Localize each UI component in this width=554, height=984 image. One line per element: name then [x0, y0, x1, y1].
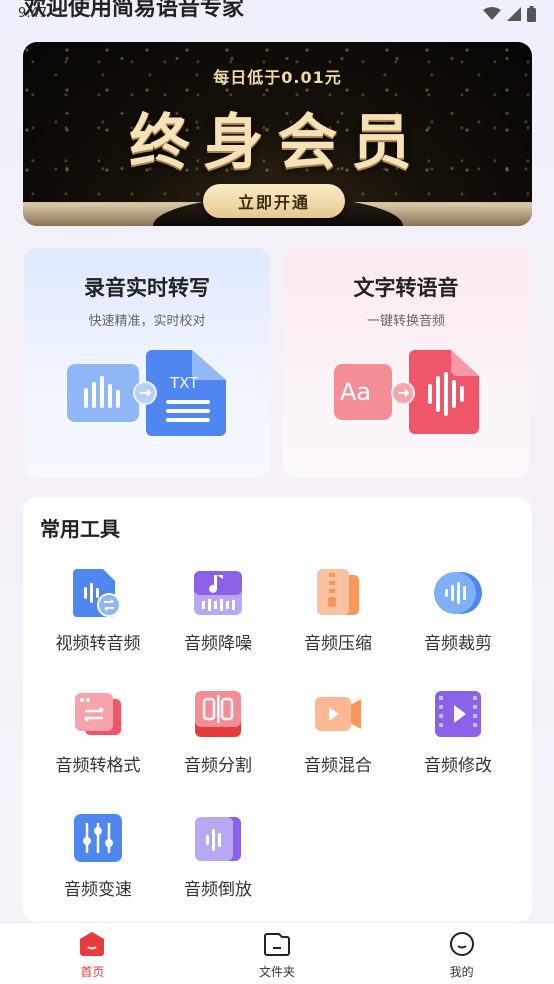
signal-icon	[507, 7, 521, 21]
split-icon	[195, 691, 241, 737]
nav-folder[interactable]: 文件夹	[185, 923, 370, 984]
tool-compress[interactable]: 音频压缩	[278, 565, 398, 654]
tool-label: 音频分割	[184, 756, 252, 776]
mix-icon	[315, 697, 361, 731]
feature-title: 文字转语音	[353, 276, 459, 300]
tool-speed[interactable]: 音频变速	[38, 811, 158, 900]
tool-video-to-audio[interactable]: 视频转音频	[38, 565, 158, 654]
banner-title: 终身会员	[129, 108, 426, 178]
trim-icon	[434, 572, 482, 614]
aa-glyph: Aa	[340, 378, 371, 406]
feature-desc: 一键转换音频	[366, 314, 445, 329]
audio-to-text-icon: TXT	[67, 350, 226, 436]
tool-noise-reduction[interactable]: 音频降噪	[158, 565, 278, 654]
tool-label: 音频混合	[304, 756, 372, 776]
feature-title: 录音实时转写	[84, 276, 210, 300]
tool-convert-format[interactable]: 音频转格式	[38, 687, 158, 776]
tool-label: 音频裁剪	[424, 634, 492, 654]
nav-label: 文件夹	[259, 965, 296, 979]
speed-icon	[74, 814, 122, 862]
feature-card-tts[interactable]: 文字转语音 一键转换音频 Aa	[283, 248, 529, 478]
nav-profile[interactable]: 我的	[369, 923, 554, 984]
folder-icon	[264, 933, 290, 956]
tool-label: 音频转格式	[55, 756, 141, 776]
tool-label: 音频倒放	[184, 880, 252, 900]
tool-reverse[interactable]: 音频倒放	[158, 811, 278, 900]
open-vip-button[interactable]: 立即开通	[203, 184, 345, 218]
greeting-title: 欢迎使用简易语音专家	[24, 0, 245, 21]
profile-icon	[449, 932, 474, 956]
tool-label: 音频修改	[424, 756, 492, 776]
wifi-icon	[483, 7, 501, 20]
tool-trim[interactable]: 音频裁剪	[398, 565, 518, 654]
tts-illustration: Aa	[283, 348, 529, 443]
bottom-nav: 首页 文件夹 我的	[0, 922, 554, 984]
battery-icon	[527, 6, 536, 22]
tool-split[interactable]: 音频分割	[158, 687, 278, 776]
tool-mix[interactable]: 音频混合	[278, 687, 398, 776]
recording-illustration: TXT	[24, 348, 270, 443]
home-icon	[80, 932, 105, 956]
compress-icon	[317, 569, 359, 615]
tool-label: 视频转音频	[55, 634, 141, 654]
status-time: 9:47	[18, 6, 48, 21]
text-to-audio-icon: Aa	[334, 350, 479, 434]
feature-card-recording[interactable]: 录音实时转写 快速精准，实时校对 TXT	[24, 248, 270, 478]
convert-format-icon	[75, 693, 121, 735]
reverse-icon	[195, 817, 241, 861]
vip-banner[interactable]: 每日低于0.01元 终身会员 立即开通	[23, 42, 532, 226]
tool-label: 音频变速	[64, 880, 132, 900]
noise-reduction-icon	[194, 571, 242, 615]
tools-title: 常用工具	[40, 517, 120, 541]
tools-panel: 常用工具 视频转音频 音频降噪 音频压缩 音频裁剪 音频转格式 音频分割 音频混…	[23, 497, 532, 922]
nav-home[interactable]: 首页	[0, 923, 185, 984]
txt-label: TXT	[169, 374, 199, 392]
nav-label: 首页	[80, 965, 105, 979]
tool-label: 音频压缩	[304, 634, 372, 654]
nav-label: 我的	[449, 965, 474, 979]
video-to-audio-icon	[73, 569, 121, 617]
status-icons	[483, 6, 536, 22]
edit-icon	[435, 691, 481, 737]
feature-desc: 快速精准，实时校对	[88, 314, 206, 329]
tool-label: 音频降噪	[184, 634, 252, 654]
tool-edit[interactable]: 音频修改	[398, 687, 518, 776]
banner-subtitle: 每日低于0.01元	[213, 68, 342, 87]
